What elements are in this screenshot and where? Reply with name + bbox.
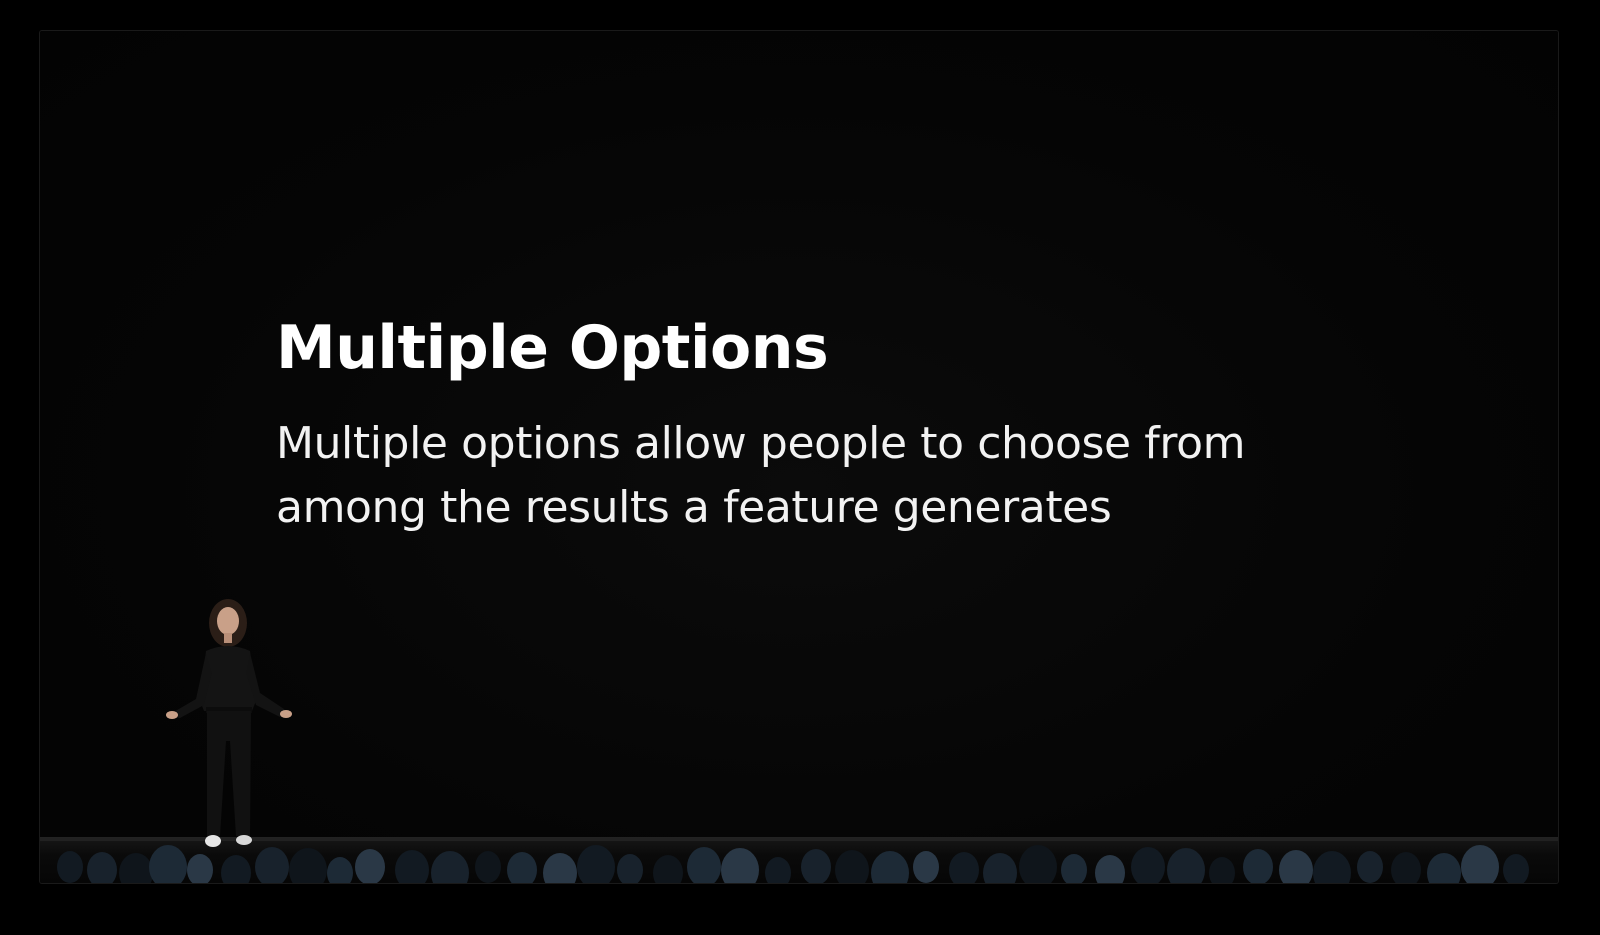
audience-head [1131,847,1165,883]
audience-head [475,851,501,883]
audience-head [255,847,289,883]
audience-head [1503,854,1529,883]
audience-head [1167,848,1205,883]
audience-head [1357,851,1383,883]
audience-silhouettes [57,845,1529,883]
audience-head [57,851,83,883]
audience-head [1209,857,1235,883]
audience-head [543,853,577,883]
audience-head [221,855,251,883]
audience-head [1095,855,1125,883]
audience-head [913,851,939,883]
audience-head [949,852,979,883]
audience-head [1461,845,1499,883]
audience-head [1427,853,1461,883]
audience-head [1313,851,1351,883]
audience-head [327,857,353,883]
audience-head [721,848,759,883]
audience-head [119,853,153,883]
audience-head [983,853,1017,883]
audience-head [765,857,791,883]
audience-head [431,851,469,883]
audience-head [395,850,429,883]
audience-head [187,854,213,883]
audience-head [801,849,831,883]
audience-head [653,855,683,883]
audience-head [577,845,615,883]
audience-head [1243,849,1273,883]
audience-head [1391,852,1421,883]
audience-head [507,852,537,883]
audience-head [1061,854,1087,883]
audience-head [617,854,643,883]
audience-head [355,849,385,883]
audience-head [87,852,117,883]
audience-head [149,845,187,883]
audience-head [687,847,721,883]
audience-head [1019,845,1057,883]
video-frame: Multiple Options Multiple options allow … [40,31,1558,883]
audience-head [871,851,909,883]
audience-head [289,848,327,883]
audience-head [1279,850,1313,883]
audience-head [835,850,869,883]
